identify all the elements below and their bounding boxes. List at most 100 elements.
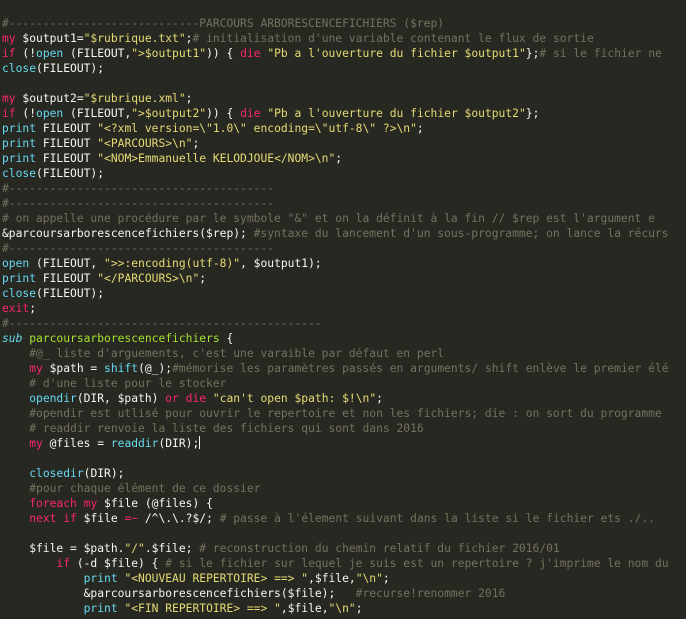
code-token: print	[2, 137, 37, 150]
code-token: closedir	[29, 467, 84, 480]
code-token: ;	[382, 572, 390, 585]
code-token: #pour chaque élément de ce dossier	[29, 482, 261, 495]
code-token: #---------------------------------------	[2, 242, 275, 255]
code-line[interactable]: if (-d $file) { # si le fichier sur lequ…	[2, 556, 669, 571]
code-line[interactable]: opendir(DIR, $path) or die "can't open $…	[2, 391, 669, 406]
code-token: (!	[15, 107, 37, 120]
code-line[interactable]: if (!open (FILEOUT,">$output2")) { die "…	[2, 106, 669, 121]
code-token: # reconstruction du chemin relatif du fi…	[199, 542, 560, 555]
code-line[interactable]: open (FILEOUT, ">>:encoding(utf-8)", $ou…	[2, 256, 669, 271]
code-line[interactable]: print "<NOUVEAU REPERTOIRE> ==> ",$file,…	[2, 571, 669, 586]
code-token: ;	[416, 122, 424, 135]
code-line[interactable]: print FILEOUT "<NOM>Emmanuelle KELODJOUE…	[2, 151, 669, 166]
code-token: print	[2, 272, 37, 285]
code-line[interactable]	[2, 451, 669, 466]
code-token: $file	[76, 512, 125, 525]
code-token: "\n"	[355, 572, 383, 585]
code-token: "$rubrique.txt"	[83, 32, 186, 45]
code-token: $file (@files) {	[97, 497, 213, 510]
code-area[interactable]: #----------------------------PARCOURS AR…	[2, 16, 669, 616]
code-line[interactable]: next if $file =~ /^\.\.?$/; # passe à l'…	[2, 511, 669, 526]
code-token: "<NOUVEAU REPERTOIRE> ==> "	[124, 572, 309, 585]
code-line[interactable]: #opendir est utlisé pour ouvrir le reper…	[2, 406, 669, 421]
code-line[interactable]: my @files = readdir(DIR);	[2, 436, 669, 451]
code-line[interactable]	[2, 76, 669, 91]
code-line[interactable]: close(FILEOUT);	[2, 166, 669, 181]
code-line[interactable]: #@_ liste d'arguements, c'est une varaib…	[2, 346, 669, 361]
code-token: ;	[335, 152, 343, 165]
code-token: .$file;	[144, 542, 200, 555]
code-line[interactable]: print "<FIN REPERTOIRE> ==> ",$file,"\n"…	[2, 601, 669, 616]
code-line[interactable]: #---------------------------------------…	[2, 316, 669, 331]
code-token: {	[219, 332, 234, 345]
code-line[interactable]: print FILEOUT "<?xml version=\"1.0\" enc…	[2, 121, 669, 136]
code-token: print	[2, 122, 37, 135]
code-line[interactable]: my $path = shift(@_);#mémorise les param…	[2, 361, 668, 376]
code-token: open	[2, 257, 30, 270]
code-line[interactable]: # readdir renvoie la liste des fichiers …	[2, 421, 669, 436]
code-line[interactable]: my $output1="$rubrique.txt";# initialisa…	[2, 31, 669, 46]
code-token: my	[83, 497, 98, 510]
code-line[interactable]: &parcoursarborescencefichiers($file); #r…	[2, 586, 669, 601]
code-token: print	[2, 152, 37, 165]
code-line[interactable]: $file = $path."/".$file; # reconstructio…	[2, 541, 669, 556]
code-line[interactable]: sub parcoursarborescencefichiers {	[2, 331, 669, 346]
code-token: close	[2, 62, 37, 75]
code-line[interactable]: my $output2="$rubrique.xml";	[2, 91, 669, 106]
code-line[interactable]: exit;	[2, 301, 669, 316]
code-line[interactable]: #pour chaque élément de ce dossier	[2, 481, 669, 496]
code-token: #---------------------------------------	[2, 182, 275, 195]
code-line[interactable]: foreach my $file (@files) {	[2, 496, 669, 511]
code-token: ;	[355, 602, 363, 615]
code-line[interactable]: closedir(DIR);	[2, 466, 669, 481]
code-line[interactable]: print FILEOUT "</PARCOURS>\n";	[2, 271, 669, 286]
code-line[interactable]: # d'une liste pour le stocker	[2, 376, 669, 391]
code-token: $path =	[42, 362, 105, 375]
code-token: next	[29, 512, 57, 525]
code-token: ;	[376, 392, 383, 405]
text-cursor	[199, 436, 201, 449]
code-token: "<FIN REPERTOIRE> ==> "	[124, 602, 281, 615]
code-token: (FILEOUT,	[63, 107, 132, 120]
code-token: "Pb a l'ouverture du fichier $output2"	[267, 107, 526, 120]
code-line[interactable]: #---------------------------------------	[2, 181, 669, 196]
code-token: "\n"	[328, 602, 356, 615]
code-line[interactable]: &parcoursarborescencefichiers($rep); #sy…	[2, 226, 669, 241]
code-token: #syntaxe du lancement d'un sous-programm…	[253, 227, 669, 240]
code-token: #@_ liste d'arguements, c'est une varaib…	[29, 347, 445, 360]
code-token: ;	[192, 137, 200, 150]
code-token: exit	[2, 302, 30, 315]
code-token: ">>:encoding(utf-8)"	[104, 257, 241, 270]
code-editor[interactable]: #----------------------------PARCOURS AR…	[0, 0, 686, 619]
code-token: "can't open $path: $!\n"	[212, 392, 377, 405]
code-line[interactable]: #----------------------------PARCOURS AR…	[2, 16, 669, 31]
code-token: # d'une liste pour le stocker	[29, 377, 227, 390]
code-token: print	[83, 572, 118, 585]
code-token: close	[2, 287, 37, 300]
code-token: my	[29, 437, 43, 450]
code-token: ;	[199, 272, 207, 285]
code-line[interactable]: print FILEOUT "<PARCOURS>\n";	[2, 136, 669, 151]
code-token: sub	[2, 332, 23, 345]
code-token: FILEOUT	[36, 272, 98, 285]
code-token: (FILEOUT,	[63, 47, 132, 60]
code-token: (-d $file) {	[70, 557, 166, 570]
code-token: "<PARCOURS>\n"	[97, 137, 193, 150]
code-token: , $output1);	[240, 257, 322, 270]
code-token: )) {	[206, 107, 241, 120]
code-token: "$rubrique.xml"	[83, 92, 186, 105]
code-line[interactable]: # on appelle une procédure par le symbol…	[2, 211, 669, 226]
code-line[interactable]: close(FILEOUT);	[2, 61, 669, 76]
code-line[interactable]	[2, 526, 669, 541]
code-line[interactable]: #---------------------------------------	[2, 196, 669, 211]
code-line[interactable]: close(FILEOUT);	[2, 286, 669, 301]
code-line[interactable]: #---------------------------------------	[2, 241, 669, 256]
code-line[interactable]: if (!open (FILEOUT,">$output1")) { die "…	[2, 46, 669, 61]
